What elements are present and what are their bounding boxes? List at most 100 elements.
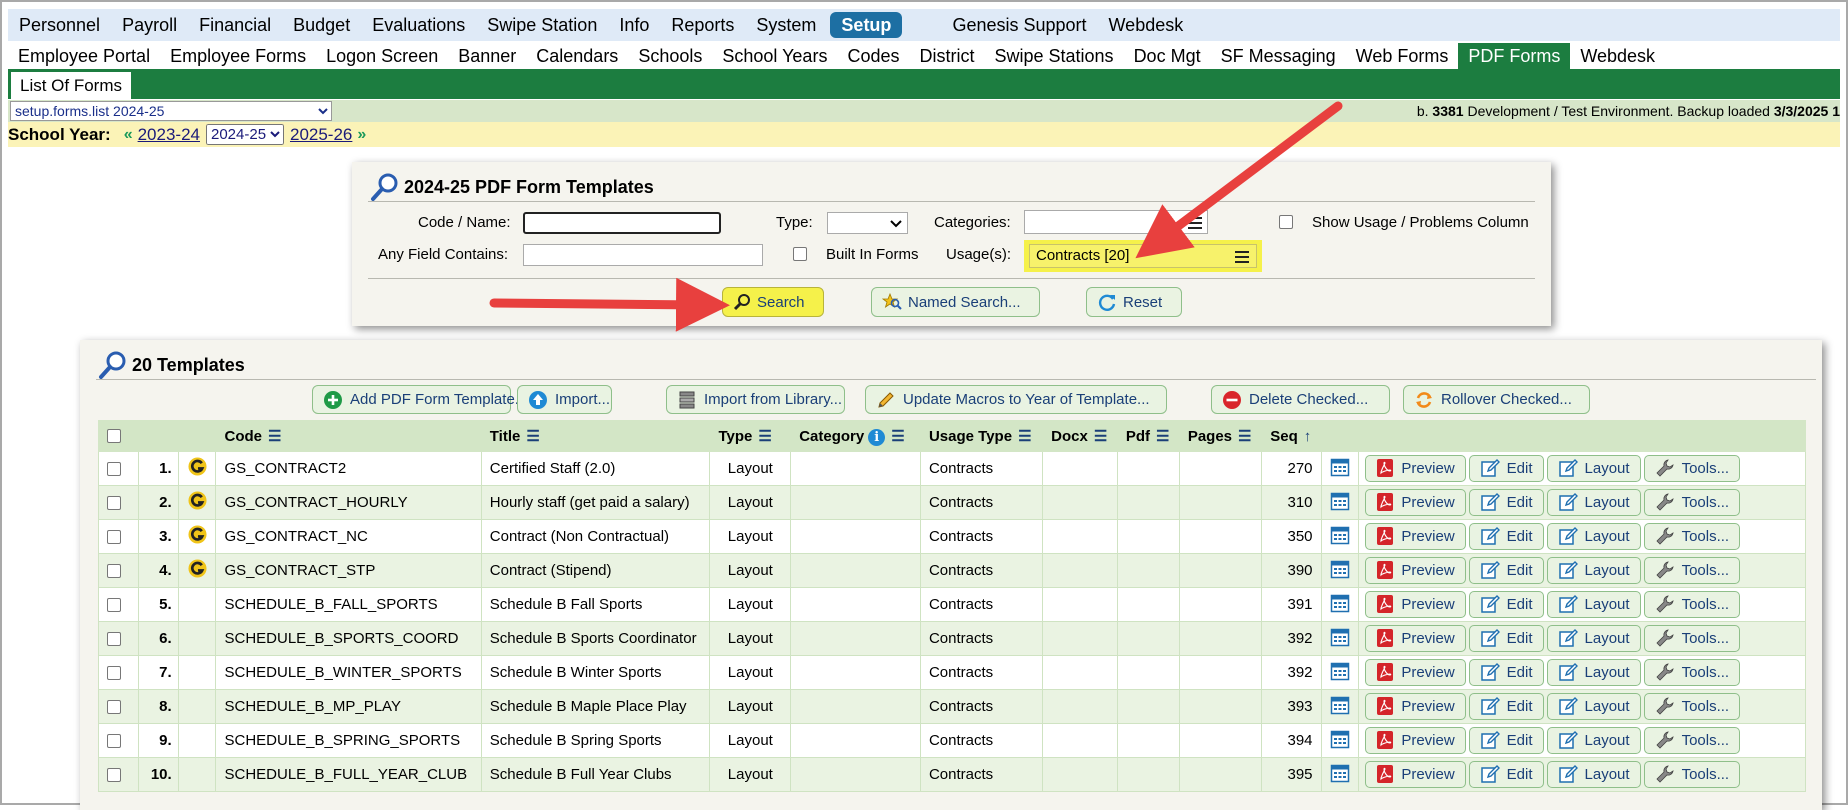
tools-button[interactable]: Tools... bbox=[1643, 488, 1741, 516]
tools-button[interactable]: Tools... bbox=[1643, 692, 1741, 720]
screen-select[interactable]: setup.forms.list 2024-25 bbox=[10, 101, 332, 121]
layout-button[interactable]: Layout bbox=[1546, 658, 1641, 686]
calendar-icon[interactable] bbox=[1330, 695, 1350, 715]
search-button[interactable]: Search bbox=[722, 287, 824, 317]
delete-checked-button[interactable]: Delete Checked... bbox=[1211, 385, 1390, 414]
sub-menu-employee-forms[interactable]: Employee Forms bbox=[160, 43, 316, 69]
layout-button[interactable]: Layout bbox=[1546, 624, 1641, 652]
categories-multiselect[interactable] bbox=[1024, 210, 1208, 234]
preview-button[interactable]: Preview bbox=[1365, 726, 1466, 754]
edit-button[interactable]: Edit bbox=[1468, 556, 1544, 584]
next-year-icon[interactable]: » bbox=[357, 126, 366, 144]
type-select[interactable] bbox=[827, 212, 908, 234]
calendar-icon[interactable] bbox=[1330, 559, 1350, 579]
preview-button[interactable]: Preview bbox=[1365, 658, 1466, 686]
prev-year-link[interactable]: 2023-24 bbox=[138, 125, 200, 145]
preview-button[interactable]: Preview bbox=[1365, 590, 1466, 618]
top-menu-genesis-support[interactable]: Genesis Support bbox=[941, 9, 1097, 41]
top-menu-webdesk[interactable]: Webdesk bbox=[1098, 9, 1195, 41]
import-button[interactable]: Import... bbox=[517, 385, 612, 414]
preview-button[interactable]: Preview bbox=[1365, 760, 1466, 788]
calendar-icon[interactable] bbox=[1330, 491, 1350, 511]
calendar-icon[interactable] bbox=[1330, 525, 1350, 545]
row-checkbox[interactable] bbox=[107, 733, 121, 748]
row-checkbox[interactable] bbox=[107, 631, 121, 646]
tools-button[interactable]: Tools... bbox=[1643, 658, 1741, 686]
top-menu-budget[interactable]: Budget bbox=[282, 9, 361, 41]
sub-menu-swipe-stations[interactable]: Swipe Stations bbox=[984, 43, 1123, 69]
show-usage-checkbox[interactable] bbox=[1279, 215, 1293, 229]
preview-button[interactable]: Preview bbox=[1365, 624, 1466, 652]
edit-button[interactable]: Edit bbox=[1468, 692, 1544, 720]
calendar-icon[interactable] bbox=[1330, 457, 1350, 477]
tools-button[interactable]: Tools... bbox=[1643, 590, 1741, 618]
layout-button[interactable]: Layout bbox=[1546, 590, 1641, 618]
row-checkbox[interactable] bbox=[107, 563, 121, 578]
tools-button[interactable]: Tools... bbox=[1643, 556, 1741, 584]
top-menu-financial[interactable]: Financial bbox=[188, 9, 282, 41]
top-menu-payroll[interactable]: Payroll bbox=[111, 9, 188, 41]
top-menu-system[interactable]: System bbox=[745, 9, 827, 41]
edit-button[interactable]: Edit bbox=[1468, 760, 1544, 788]
column-menu-icon[interactable]: ☰ bbox=[268, 428, 281, 445]
top-menu-swipe-station[interactable]: Swipe Station bbox=[476, 9, 608, 41]
tools-button[interactable]: Tools... bbox=[1643, 726, 1741, 754]
update-macros-button[interactable]: Update Macros to Year of Template... bbox=[865, 385, 1167, 414]
sub-menu-schools[interactable]: Schools bbox=[628, 43, 712, 69]
prev-year-icon[interactable]: « bbox=[124, 126, 133, 144]
column-menu-icon[interactable]: ☰ bbox=[1018, 428, 1031, 445]
edit-button[interactable]: Edit bbox=[1468, 726, 1544, 754]
column-menu-icon[interactable]: ☰ bbox=[758, 428, 771, 445]
edit-button[interactable]: Edit bbox=[1468, 522, 1544, 550]
edit-button[interactable]: Edit bbox=[1468, 624, 1544, 652]
row-checkbox[interactable] bbox=[107, 461, 121, 476]
layout-button[interactable]: Layout bbox=[1546, 692, 1641, 720]
column-header-pdf[interactable]: Pdf ☰ bbox=[1116, 420, 1180, 452]
preview-button[interactable]: Preview bbox=[1365, 556, 1466, 584]
row-checkbox[interactable] bbox=[107, 699, 121, 714]
calendar-icon[interactable] bbox=[1330, 627, 1350, 647]
column-menu-icon[interactable]: ☰ bbox=[526, 428, 539, 445]
row-checkbox[interactable] bbox=[107, 495, 121, 510]
any-field-input[interactable] bbox=[523, 244, 763, 266]
preview-button[interactable]: Preview bbox=[1365, 692, 1466, 720]
column-header-seq[interactable]: Seq ↑ bbox=[1261, 420, 1322, 452]
sub-menu-banner[interactable]: Banner bbox=[448, 43, 526, 69]
column-menu-icon[interactable]: ☰ bbox=[891, 428, 904, 445]
tab-list-of-forms[interactable]: List Of Forms bbox=[11, 72, 132, 99]
sub-menu-logon-screen[interactable]: Logon Screen bbox=[316, 43, 448, 69]
sub-menu-employee-portal[interactable]: Employee Portal bbox=[8, 43, 160, 69]
tools-button[interactable]: Tools... bbox=[1643, 624, 1741, 652]
top-menu-evaluations[interactable]: Evaluations bbox=[361, 9, 476, 41]
usage-multiselect[interactable]: Contracts [20] bbox=[1029, 244, 1257, 268]
layout-button[interactable]: Layout bbox=[1546, 454, 1641, 482]
column-header-code[interactable]: Code ☰ bbox=[215, 420, 482, 452]
import-library-button[interactable]: Import from Library... bbox=[666, 385, 845, 414]
preview-button[interactable]: Preview bbox=[1365, 522, 1466, 550]
tools-button[interactable]: Tools... bbox=[1643, 522, 1741, 550]
sub-menu-sf-messaging[interactable]: SF Messaging bbox=[1211, 43, 1346, 69]
column-header-type[interactable]: Type ☰ bbox=[709, 420, 792, 452]
edit-button[interactable]: Edit bbox=[1468, 658, 1544, 686]
select-all-checkbox[interactable] bbox=[107, 429, 121, 443]
sub-menu-calendars[interactable]: Calendars bbox=[526, 43, 628, 69]
info-icon[interactable]: i bbox=[868, 428, 886, 446]
preview-button[interactable]: Preview bbox=[1365, 454, 1466, 482]
sub-menu-codes[interactable]: Codes bbox=[837, 43, 909, 69]
edit-button[interactable]: Edit bbox=[1468, 488, 1544, 516]
column-header-category[interactable]: Category i ☰ bbox=[790, 420, 921, 452]
calendar-icon[interactable] bbox=[1330, 763, 1350, 783]
row-checkbox[interactable] bbox=[107, 767, 121, 782]
layout-button[interactable]: Layout bbox=[1546, 488, 1641, 516]
column-menu-icon[interactable]: ☰ bbox=[1238, 428, 1251, 445]
layout-button[interactable]: Layout bbox=[1546, 556, 1641, 584]
reset-button[interactable]: Reset bbox=[1086, 287, 1182, 317]
calendar-icon[interactable] bbox=[1330, 661, 1350, 681]
calendar-icon[interactable] bbox=[1330, 729, 1350, 749]
row-checkbox[interactable] bbox=[107, 529, 121, 544]
next-year-link[interactable]: 2025-26 bbox=[290, 125, 352, 145]
top-menu-reports[interactable]: Reports bbox=[660, 9, 745, 41]
column-header-usage-type[interactable]: Usage Type ☰ bbox=[919, 420, 1044, 452]
sub-menu-doc-mgt[interactable]: Doc Mgt bbox=[1124, 43, 1211, 69]
named-search-button[interactable]: Named Search... bbox=[871, 287, 1040, 317]
